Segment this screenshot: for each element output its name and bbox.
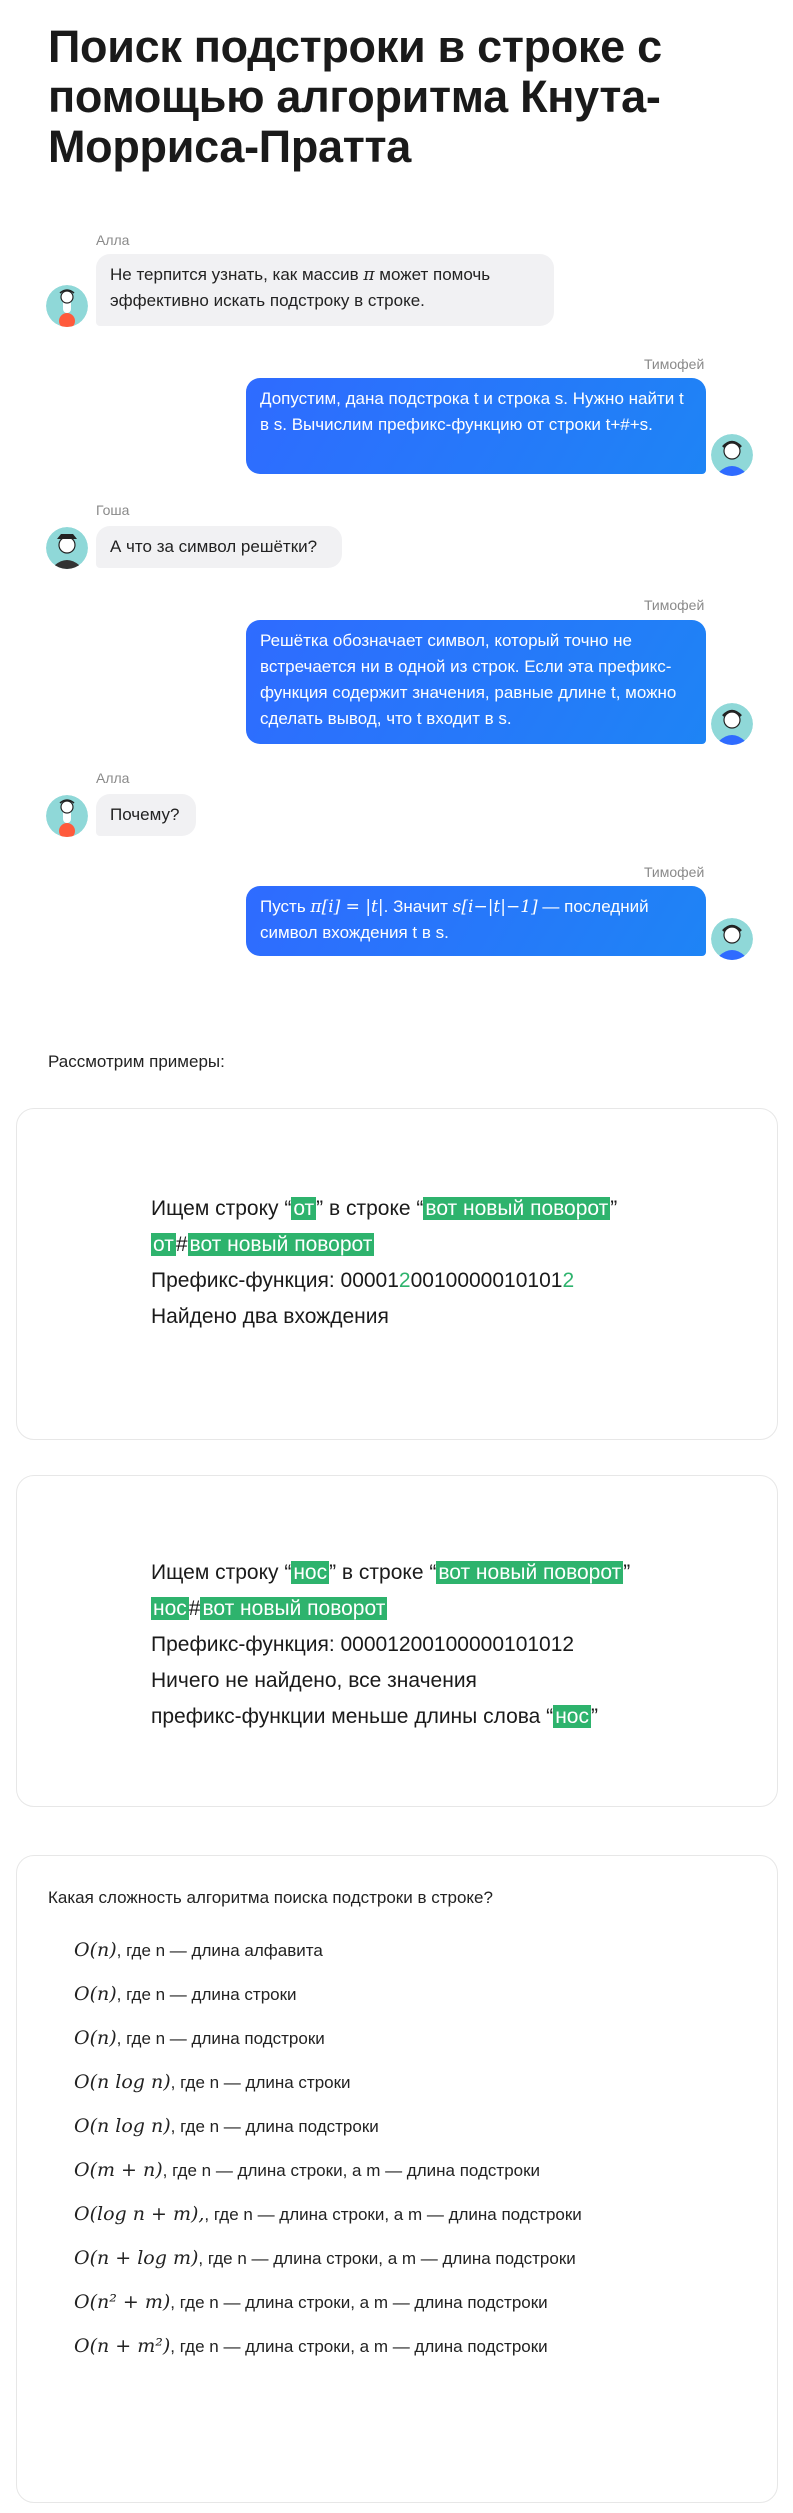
option-math: O(n + m²) <box>74 2335 171 2357</box>
message-text: Решётка обозначает символ, который точно… <box>260 631 677 728</box>
option-text: , где n — длина подстроки <box>170 2117 379 2136</box>
lesson-page: Поиск подстроки в строке с помощью алгор… <box>0 0 793 2513</box>
quiz-option[interactable]: O(m + n), где n — длина строки, а m — дл… <box>74 2157 540 2184</box>
option-math: O(n) <box>74 1939 117 1961</box>
quiz-option[interactable]: O(n log n), где n — длина строки <box>74 2069 351 2096</box>
quiz-option[interactable]: O(n + log m), где n — длина строки, а m … <box>74 2245 576 2272</box>
author-name: Тимофей <box>644 864 705 880</box>
chat-message-alla: Почему? <box>96 794 196 836</box>
highlight-string: вот новый поворот <box>423 1197 611 1220</box>
author-name: Тимофей <box>644 597 705 613</box>
quiz-option[interactable]: O(n), где n — длина подстроки <box>74 2025 325 2052</box>
highlight-word: от <box>151 1233 176 1256</box>
text: Ищем строку “ <box>151 1561 292 1584</box>
message-text: А что за символ решётки? <box>110 537 318 556</box>
option-text: , где n — длина подстроки <box>116 2029 325 2048</box>
hash-symbol: # <box>175 1233 188 1256</box>
option-text: , где n — длина строки, а m — длина подс… <box>204 2205 582 2224</box>
option-math: O(log n + m), <box>74 2203 205 2225</box>
avatar-gosha <box>46 527 88 569</box>
quiz-option[interactable]: O(n), где n — длина строки <box>74 1981 297 2008</box>
highlight-word: от <box>291 1197 317 1220</box>
page-title: Поиск подстроки в строке с помощью алгор… <box>48 21 662 172</box>
option-text: , где n — длина строки, а m — длина подс… <box>170 2337 548 2356</box>
example-line: нос#вот новый поворот <box>151 1594 388 1624</box>
message-text: Допустим, дана подстрока t и строка s. Н… <box>260 389 684 434</box>
option-math: O(m + n) <box>74 2159 163 2181</box>
option-math: O(n log n) <box>74 2115 171 2137</box>
highlight-word: нос <box>553 1705 591 1728</box>
text: 0010000010101 <box>410 1269 563 1292</box>
highlight-word: нос <box>151 1597 189 1620</box>
example-line: префикс-функции меньше длины слова “нос” <box>151 1702 598 1732</box>
example-line: от#вот новый поворот <box>151 1230 375 1260</box>
option-text: , где n — длина строки, а m — длина подс… <box>170 2293 548 2312</box>
example-card-2: Ищем строку “нос” в строке “вот новый по… <box>16 1475 778 1807</box>
chat-message-gosha: А что за символ решётки? <box>96 526 342 568</box>
author-name: Алла <box>96 770 130 786</box>
quiz-option[interactable]: O(n), где n — длина алфавита <box>74 1937 323 1964</box>
author-name: Алла <box>96 232 130 248</box>
quiz-option[interactable]: O(n log n), где n — длина подстроки <box>74 2113 379 2140</box>
example-line: Префикс-функция: 00001200100000101012 <box>151 1633 575 1656</box>
example-line: Ищем строку “от” в строке “вот новый пов… <box>151 1194 617 1224</box>
avatar-alla <box>46 285 88 327</box>
math-pi: π <box>363 265 375 285</box>
avatar-timofey <box>711 703 753 745</box>
option-text: , где n — длина строки <box>116 1985 297 2004</box>
avatar-alla <box>46 795 88 837</box>
chat-message-timofey: Решётка обозначает символ, который точно… <box>246 620 706 744</box>
text: ” <box>610 1197 618 1220</box>
chat-message-timofey: Допустим, дана подстрока t и строка s. Н… <box>246 378 706 474</box>
example-line: Префикс-функция: 00001200100000101012 <box>151 1266 574 1296</box>
option-math: O(n + log m) <box>74 2247 199 2269</box>
highlight-string: вот новый поворот <box>200 1597 388 1620</box>
text: ” <box>623 1561 631 1584</box>
example-card-1: Ищем строку “от” в строке “вот новый пов… <box>16 1108 778 1440</box>
highlight-word: нос <box>291 1561 330 1584</box>
avatar-timofey <box>711 434 753 476</box>
message-text: Почему? <box>110 805 180 824</box>
hash-symbol: # <box>188 1597 201 1620</box>
example-line: Найдено два вхождения <box>151 1305 389 1328</box>
text: ” в строке “ <box>329 1561 437 1584</box>
chat-message-alla: Не терпится узнать, как массив π может п… <box>96 254 554 326</box>
option-text: , где n — длина алфавита <box>116 1941 323 1960</box>
option-text: , где n — длина строки <box>170 2073 351 2092</box>
option-math: O(n) <box>74 1983 117 2005</box>
message-text: Не терпится узнать, как массив <box>110 265 364 284</box>
quiz-question: Какая сложность алгоритма поиска подстро… <box>48 1888 493 1907</box>
quiz-option[interactable]: O(log n + m),, где n — длина строки, а m… <box>74 2201 582 2228</box>
quiz-option[interactable]: O(n + m²), где n — длина строки, а m — д… <box>74 2333 548 2360</box>
text: 00001 <box>340 1269 399 1292</box>
author-name: Гоша <box>96 502 130 518</box>
text: ” в строке “ <box>316 1197 424 1220</box>
text: ” <box>590 1705 598 1728</box>
author-name: Тимофей <box>644 356 705 372</box>
avatar-timofey <box>711 918 753 960</box>
option-text: , где n — длина строки, а m — длина подс… <box>198 2249 576 2268</box>
highlight-string: вот новый поворот <box>187 1233 375 1256</box>
example-line: Ищем строку “нос” в строке “вот новый по… <box>151 1558 630 1588</box>
option-math: O(n² + m) <box>74 2291 171 2313</box>
examples-intro: Рассмотрим примеры: <box>48 1052 225 1071</box>
message-text: Пусть <box>260 897 311 916</box>
highlight-string: вот новый поворот <box>436 1561 624 1584</box>
math-expression: s[i−|t|−1] <box>452 897 538 917</box>
example-line: Ничего не найдено, все значения <box>151 1669 477 1692</box>
match-digit: 2 <box>562 1269 575 1292</box>
quiz-option[interactable]: O(n² + m), где n — длина строки, а m — д… <box>74 2289 548 2316</box>
text: префикс-функции меньше длины слова “ <box>151 1705 554 1728</box>
option-text: , где n — длина строки, а m — длина подс… <box>162 2161 541 2180</box>
message-text: . Значит <box>383 897 453 916</box>
text: Префикс-функция: <box>151 1269 341 1292</box>
math-expression: π[i] = |t| <box>310 897 384 917</box>
match-digit: 2 <box>398 1269 411 1292</box>
text: Ищем строку “ <box>151 1197 292 1220</box>
option-math: O(n log n) <box>74 2071 171 2093</box>
chat-message-timofey: Пусть π[i] = |t|. Значит s[i−|t|−1] — по… <box>246 886 706 956</box>
option-math: O(n) <box>74 2027 117 2049</box>
